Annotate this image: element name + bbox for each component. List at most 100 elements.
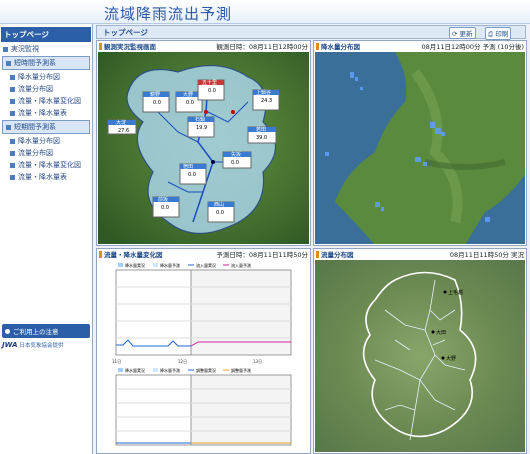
station-box[interactable]: 宿田 0.0	[179, 163, 207, 185]
rain-map-title: 降水量分布図	[321, 43, 360, 51]
flow-chart-svg: 降水量実況 降水量予測 流入量実況 流入量予測 11日 12日 13日 降水量実…	[98, 260, 309, 452]
axis-date: 11日	[112, 359, 121, 364]
sidebar-item-mid-rain-map[interactable]: 降水量分布図	[0, 135, 92, 147]
bullet-icon	[10, 150, 15, 156]
app-header: 流域降雨流出予測	[0, 0, 530, 24]
sidebar-item-mid-flow-map[interactable]: 流量分布図	[0, 147, 92, 159]
sidebar-item-mid-flow-chart[interactable]: 流量・降水量変化図	[0, 159, 92, 171]
sidebar-item-short-rain-map[interactable]: 降水量分布図	[0, 71, 92, 83]
axis-date: 12日	[178, 359, 187, 364]
city-label: 上毛越	[448, 289, 463, 296]
station-box[interactable]: 石鍋 19.9	[187, 116, 215, 138]
app-title: 流域降雨流出予測	[104, 5, 233, 23]
rain-map-panel[interactable]: 降水量分布図 08月11日12時00分 予測 (10分後)	[313, 40, 527, 246]
rain-map-svg	[315, 52, 525, 244]
station-value: 24.3	[261, 98, 272, 104]
station-value: 0.0	[161, 205, 169, 211]
flow-chart-time: 予測日時：08月11日11時50分	[216, 251, 308, 259]
flow-chart[interactable]: 降水量実況 降水量予測 流入量実況 流入量予測 11日 12日 13日 降水量実…	[98, 260, 309, 452]
monitor-map-svg: 大淀 27.6 鏡野 0.0 大野 0.0 五十里 0.0 上鍋谷 24.3 石…	[98, 52, 309, 244]
legend-label: 降水量予測	[160, 367, 180, 373]
monitor-title: 観測実況監視画面	[104, 43, 156, 51]
bullet-icon	[10, 174, 15, 180]
page-title: トップページ	[103, 28, 148, 37]
bullet-icon	[10, 162, 15, 168]
station-box[interactable]: 若田 39.0	[247, 126, 277, 144]
flow-map-panel[interactable]: 流量分布図 08月11日11時50分 実況 上毛越 大田 大野	[313, 248, 527, 454]
city-label: 大野	[446, 355, 456, 362]
station-box[interactable]: 鏡野 0.0	[142, 91, 170, 113]
station-name: 矢坂	[231, 151, 241, 158]
sidebar-item-short-flow-chart[interactable]: 流量・降水量変化図	[0, 95, 92, 107]
info-icon	[5, 328, 10, 334]
legend-label: 降水量実況	[125, 262, 145, 268]
city-label: 大田	[436, 329, 446, 336]
station-name: 上鍋谷	[256, 89, 271, 96]
station-value: 0.0	[153, 100, 161, 106]
bullet-icon	[10, 138, 15, 144]
sidebar-top-link[interactable]: トップページ	[1, 27, 91, 42]
station-box[interactable]: 前坂 0.0	[152, 196, 180, 218]
rain-map[interactable]	[315, 52, 525, 244]
main-header: トップページ ⟳ 更新 ⎙ 印刷	[96, 25, 526, 40]
station-value: 0.0	[216, 210, 224, 216]
flow-map-time: 08月11日11時50分 実況	[449, 251, 524, 259]
sidebar-section-short[interactable]: 短時間予測系	[2, 56, 90, 70]
bullet-icon	[10, 98, 15, 104]
station-name: 宿田	[183, 163, 193, 170]
legend-label: 流入量実況	[196, 262, 216, 268]
bullet-icon	[6, 124, 11, 130]
sidebar: トップページ 実況監視 短時間予測系 降水量分布図 流量分布図 流量・降水量変化…	[0, 24, 93, 454]
station-name: 大野	[183, 91, 193, 98]
monitor-panel[interactable]: 観測実況監視画面 観測日時：08月11日12時00分 大淀 27.6 鏡野 0.…	[96, 40, 311, 246]
station-name: 若田	[256, 126, 266, 133]
station-box[interactable]: 西山 0.0	[207, 201, 235, 223]
station-name: 大淀	[116, 119, 126, 126]
station-value: 0.0	[231, 160, 239, 166]
flow-chart-panel[interactable]: 流量・降水量変化図 予測日時：08月11日11時50分 降水量実況 降水量予測 …	[96, 248, 311, 454]
print-button[interactable]: ⎙ 印刷	[485, 27, 512, 40]
station-box[interactable]: 矢坂 0.0	[222, 151, 252, 169]
sidebar-item-mid-flow-table[interactable]: 流量・降水量表	[0, 171, 92, 183]
bullet-icon	[10, 74, 15, 80]
legend-label: 調整量実況	[196, 367, 216, 373]
station-value: 0.0	[208, 88, 216, 94]
provider-credit: JWA 日本気象協会提供	[2, 341, 64, 349]
sidebar-item-live[interactable]: 実況監視	[0, 43, 92, 55]
sidebar-section-mid[interactable]: 短期間予測系	[2, 120, 90, 134]
rain-map-time: 08月11日12時00分 予測 (10分後)	[421, 43, 524, 51]
flow-map[interactable]: 上毛越 大田 大野	[315, 260, 525, 452]
bullet-icon	[6, 60, 11, 66]
monitor-time: 観測日時：08月11日12時00分	[216, 43, 308, 51]
legend-label: 降水量予測	[160, 262, 180, 268]
station-value: 0.0	[186, 100, 194, 106]
legend-label: 調整量予測	[231, 367, 251, 373]
station-value: 19.9	[196, 125, 207, 131]
refresh-button[interactable]: ⟳ 更新	[449, 27, 476, 39]
station-name: 鏡野	[150, 91, 160, 98]
sidebar-footer: ご利用上の注意 JWA 日本気象協会提供	[2, 324, 90, 349]
station-box[interactable]: 五十里 0.0	[197, 79, 225, 101]
main-content: トップページ ⟳ 更新 ⎙ 印刷 観測実況監視画面 観測日時：08月11日12時…	[96, 24, 530, 454]
jwa-logo: JWA	[2, 341, 18, 349]
station-box[interactable]: 大淀 27.6	[107, 119, 137, 135]
bullet-icon	[10, 86, 15, 92]
sidebar-item-short-flow-map[interactable]: 流量分布図	[0, 83, 92, 95]
legend-label: 降水量実況	[125, 367, 145, 373]
station-box[interactable]: 上鍋谷 24.3	[252, 89, 280, 111]
axis-date: 13日	[253, 359, 262, 364]
station-name: 西山	[214, 201, 224, 208]
notice-link[interactable]: ご利用上の注意	[2, 324, 90, 338]
flow-chart-title: 流量・降水量変化図	[104, 251, 163, 259]
station-value: 0.0	[188, 172, 196, 178]
monitor-map[interactable]: 大淀 27.6 鏡野 0.0 大野 0.0 五十里 0.0 上鍋谷 24.3 石…	[98, 52, 309, 244]
station-value: 27.6	[118, 128, 129, 134]
legend-label: 流入量予測	[231, 262, 251, 268]
bullet-icon	[3, 46, 8, 52]
station-name: 石鍋	[195, 116, 205, 123]
flow-map-svg: 上毛越 大田 大野	[315, 260, 525, 452]
bullet-icon	[10, 110, 15, 116]
sidebar-item-short-flow-table[interactable]: 流量・降水量表	[0, 107, 92, 119]
station-name: 五十里	[202, 79, 217, 86]
station-value: 39.0	[256, 135, 267, 141]
